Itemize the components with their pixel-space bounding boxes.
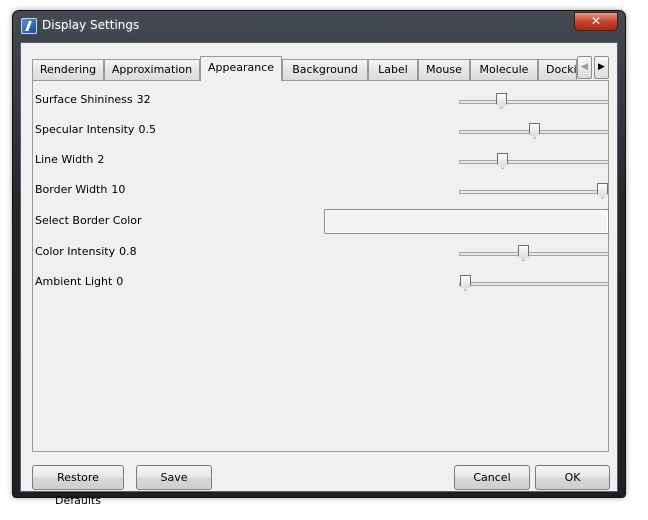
appearance-panel: Surface Shininess 32 Specular Intensity 0.… bbox=[32, 80, 609, 452]
slider-track bbox=[459, 282, 609, 286]
tab-scroll-left-icon[interactable]: ◀ bbox=[577, 56, 592, 79]
tab-appearance[interactable]: Appearance bbox=[200, 56, 282, 81]
tab-background[interactable]: Background bbox=[282, 59, 368, 80]
setting-color-intensity: Color Intensity 0.8 bbox=[34, 244, 609, 262]
slider-thumb[interactable] bbox=[518, 245, 529, 261]
setting-specular-intensity: Specular Intensity 0.5 bbox=[34, 122, 609, 140]
border-color-picker[interactable] bbox=[324, 209, 609, 234]
setting-ambient-light: Ambient Light 0 bbox=[34, 274, 609, 292]
save-button[interactable]: Save bbox=[136, 465, 212, 490]
setting-line-width: Line Width 2 bbox=[34, 152, 609, 170]
setting-label: Surface Shininess 32 bbox=[35, 93, 151, 106]
restore-defaults-button[interactable]: Restore Defaults bbox=[32, 465, 124, 507]
tab-approximation[interactable]: Approximation bbox=[104, 59, 200, 80]
tab-scroll-right-icon[interactable]: ▶ bbox=[594, 56, 609, 79]
dialog-window: Display Settings ✕ Rendering Approximati… bbox=[12, 10, 626, 507]
slider-thumb[interactable] bbox=[497, 153, 508, 169]
slider-thumb[interactable] bbox=[496, 93, 507, 109]
app-icon bbox=[21, 18, 37, 34]
tab-docking[interactable]: Docki bbox=[538, 59, 577, 80]
setting-label: Ambient Light 0 bbox=[35, 275, 124, 288]
setting-label: Border Width 10 bbox=[35, 183, 126, 196]
setting-border-color: Select Border Color bbox=[34, 209, 609, 234]
slider-track bbox=[459, 100, 609, 104]
title-bar[interactable]: Display Settings ✕ bbox=[13, 11, 625, 41]
slider-thumb[interactable] bbox=[529, 123, 540, 139]
ok-button[interactable]: OK bbox=[535, 465, 610, 490]
setting-border-width: Border Width 10 bbox=[34, 182, 609, 200]
color-intensity-slider[interactable] bbox=[459, 244, 609, 262]
slider-track bbox=[459, 252, 609, 256]
dialog-body: Rendering Approximation Appearance Backg… bbox=[20, 42, 618, 507]
slider-thumb[interactable] bbox=[460, 275, 471, 291]
slider-track bbox=[459, 160, 609, 164]
specular-intensity-slider[interactable] bbox=[459, 122, 609, 140]
setting-surface-shininess: Surface Shininess 32 bbox=[34, 92, 609, 110]
slider-track bbox=[459, 190, 609, 194]
setting-label: Line Width 2 bbox=[35, 153, 105, 166]
ambient-light-slider[interactable] bbox=[459, 274, 609, 292]
cancel-button[interactable]: Cancel bbox=[454, 465, 530, 490]
tab-mouse[interactable]: Mouse bbox=[418, 59, 470, 80]
slider-thumb[interactable] bbox=[597, 183, 608, 199]
tab-bar: Rendering Approximation Appearance Backg… bbox=[32, 56, 617, 81]
tab-rendering[interactable]: Rendering bbox=[32, 59, 104, 80]
border-width-slider[interactable] bbox=[459, 182, 609, 200]
setting-label: Specular Intensity 0.5 bbox=[35, 123, 156, 136]
close-button[interactable]: ✕ bbox=[574, 12, 618, 31]
button-bar: Restore Defaults Save Cancel OK bbox=[32, 463, 610, 507]
window-title: Display Settings bbox=[42, 18, 140, 32]
setting-label: Select Border Color bbox=[35, 214, 142, 227]
tab-molecule[interactable]: Molecule bbox=[470, 59, 538, 80]
line-width-slider[interactable] bbox=[459, 152, 609, 170]
surface-shininess-slider[interactable] bbox=[459, 92, 609, 110]
tab-label[interactable]: Label bbox=[368, 59, 418, 80]
setting-label: Color Intensity 0.8 bbox=[35, 245, 137, 258]
